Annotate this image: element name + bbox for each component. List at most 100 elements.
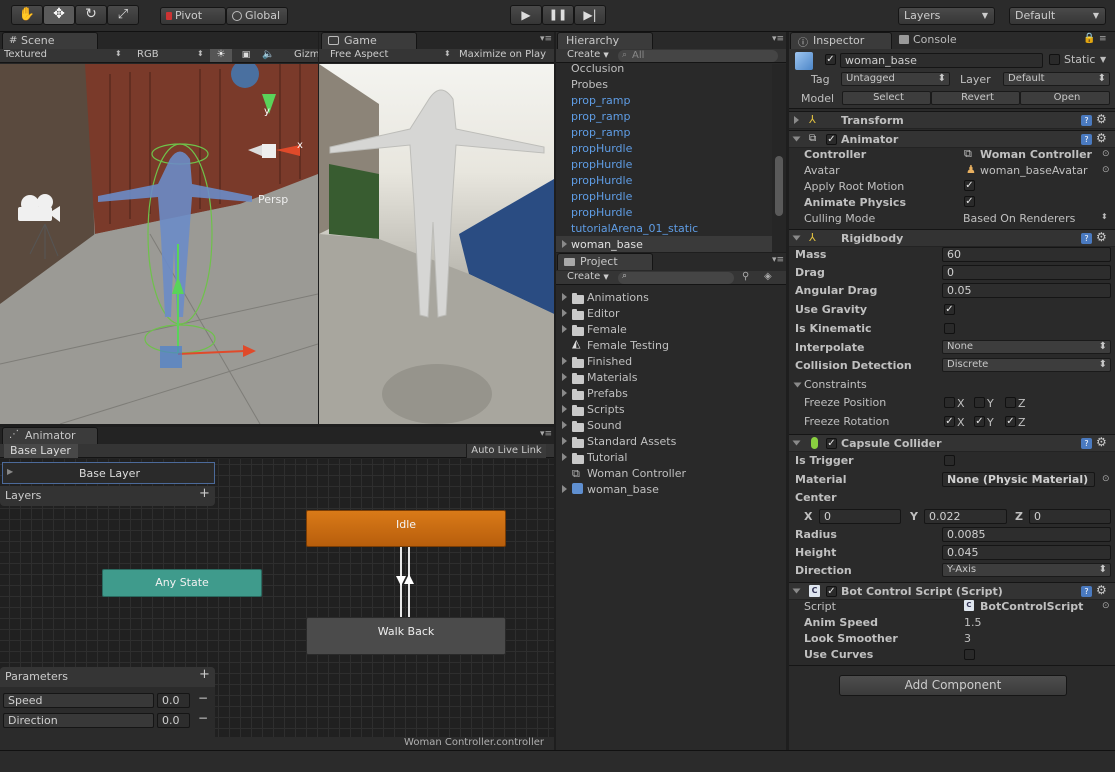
tab-animator[interactable]: ⋰ Animator [2,427,98,444]
panel-menu-icon[interactable]: ▾≡ [540,34,552,44]
pause-button[interactable]: ❚❚ [542,5,574,25]
model-revert-button[interactable]: Revert [931,91,1020,105]
hand-tool-button[interactable]: ✋ [11,5,43,25]
center-z-field[interactable]: 0 [1029,509,1111,524]
breadcrumb[interactable]: Base Layer [4,444,78,458]
tab-console[interactable]: Console [897,33,957,46]
model-open-button[interactable]: Open [1020,91,1110,105]
capsule-collider-header[interactable]: ✓ Capsule Collider ? ⚙ [789,434,1115,452]
list-item[interactable]: woman_base [587,483,659,496]
script-enabled-checkbox[interactable]: ✓ [826,586,837,597]
animator-component-header[interactable]: ⧉ ✓ Animator ? ⚙ [789,130,1115,148]
interpolate-dropdown[interactable]: None ⬍ [942,340,1111,354]
play-button[interactable]: ▶ [510,5,542,25]
angular-drag-field[interactable]: 0.05 [942,283,1111,298]
center-y-field[interactable]: 0.022 [924,509,1007,524]
panel-menu-icon[interactable]: ▾≡ [772,34,784,44]
hierarchy-scrollbar[interactable] [772,64,786,252]
audio-toggle[interactable]: 🔈 [262,49,282,60]
dropdown-arrow-icon[interactable]: ▼ [1100,55,1106,64]
list-item[interactable]: Woman Controller [587,467,686,480]
state-walk-back[interactable]: Walk Back [306,617,506,655]
layer-dropdown[interactable]: Default ⬍ [1003,72,1110,86]
list-item[interactable]: Occlusion [571,64,624,75]
expand-arrow-icon[interactable] [562,421,567,429]
expand-arrow-icon[interactable] [562,309,567,317]
freeze-rotation-x-checkbox[interactable]: ✓ [944,416,955,427]
panel-menu-icon[interactable]: ▾≡ [772,255,784,265]
list-item[interactable]: propHurdle [571,158,632,171]
expand-arrow-icon[interactable] [562,485,567,493]
render-mode-dropdown[interactable]: RGB [137,49,197,60]
collapse-arrow-icon[interactable] [792,440,801,446]
radius-field[interactable]: 0.0085 [942,527,1111,542]
list-item[interactable]: woman_base [571,238,643,251]
gear-icon[interactable]: ⚙ [1096,230,1107,244]
list-item[interactable]: prop_ramp [571,110,630,123]
animator-enabled-checkbox[interactable]: ✓ [826,134,837,145]
material-field[interactable]: None (Physic Material) [942,472,1095,487]
gizmos-dropdown[interactable]: Gizmos [294,49,318,60]
add-component-button[interactable]: Add Component [839,675,1067,696]
expand-arrow-icon[interactable] [562,389,567,397]
list-item[interactable]: prop_ramp [571,126,630,139]
look-smoother-field[interactable]: 3 [964,632,971,645]
apply-root-motion-checkbox[interactable]: ✓ [964,180,975,191]
list-item[interactable]: propHurdle [571,206,632,219]
aspect-dropdown[interactable]: Free Aspect [330,49,440,60]
pivot-toggle[interactable]: Pivot [160,7,226,25]
move-tool-button[interactable]: ✥ [43,5,75,25]
height-field[interactable]: 0.045 [942,545,1111,560]
panel-menu-icon[interactable]: ▾≡ [540,429,552,439]
use-gravity-checkbox[interactable]: ✓ [944,304,955,315]
list-item[interactable]: Female Testing [587,339,669,352]
tab-scene[interactable]: # Scene [2,32,98,49]
static-checkbox[interactable] [1049,54,1060,65]
selected-row[interactable]: woman_base [556,236,772,252]
help-icon[interactable]: ? [1081,233,1092,244]
collapse-arrow-icon[interactable] [793,382,802,388]
lighting-toggle[interactable]: ☀ [210,49,232,62]
collapse-arrow-icon[interactable] [792,235,801,241]
lock-icon[interactable]: 🔒 [1083,33,1095,44]
object-picker-icon[interactable]: ⊙ [1102,149,1110,159]
list-item[interactable]: Probes [571,78,608,91]
expand-arrow-icon[interactable] [562,293,567,301]
capsule-enabled-checkbox[interactable]: ✓ [826,438,837,449]
culling-mode-dropdown[interactable]: Based On Renderers [963,212,1075,225]
list-item[interactable]: Editor [587,307,620,320]
collapse-arrow-icon[interactable] [794,116,799,124]
list-item[interactable]: Finished [587,355,632,368]
list-item[interactable]: propHurdle [571,174,632,187]
hierarchy-search-input[interactable]: ⌕ All [618,50,778,62]
add-parameter-button[interactable]: + [199,667,210,682]
help-icon[interactable]: ? [1081,586,1092,597]
animate-physics-checkbox[interactable]: ✓ [964,196,975,207]
freeze-rotation-z-checkbox[interactable]: ✓ [1005,416,1016,427]
list-item[interactable]: Female [587,323,627,336]
collision-detection-dropdown[interactable]: Discrete ⬍ [942,358,1111,372]
animator-graph[interactable]: ▶ Base Layer Layers + Idle Any State Wal… [0,459,554,737]
tag-dropdown[interactable]: Untagged ⬍ [841,72,950,86]
freeze-position-x-checkbox[interactable] [944,397,955,408]
remove-parameter-button[interactable]: − [198,711,208,725]
maximize-on-play-toggle[interactable]: Maximize on Play [459,49,554,60]
global-toggle[interactable]: Global [226,7,288,25]
active-checkbox[interactable]: ✓ [825,54,836,65]
expand-arrow-icon[interactable] [562,405,567,413]
filter-type-icon[interactable]: ⚲ [742,271,749,282]
tab-project[interactable]: Project [557,253,653,270]
collapse-arrow-icon[interactable] [792,136,801,142]
layers-dropdown[interactable]: Layers ▼ [898,7,995,25]
gear-icon[interactable]: ⚙ [1096,435,1107,449]
freeze-position-z-checkbox[interactable] [1005,397,1016,408]
list-item[interactable]: propHurdle [571,190,632,203]
list-item[interactable]: Tutorial [587,451,627,464]
transform-header[interactable]: ⅄ Transform ? ⚙ [789,111,1115,129]
list-item[interactable]: Prefabs [587,387,628,400]
list-item[interactable]: Materials [587,371,637,384]
avatar-value[interactable]: woman_baseAvatar [980,164,1088,177]
script-component-header[interactable]: C ✓ Bot Control Script (Script) ? ⚙ [789,582,1115,600]
drag-field[interactable]: 0 [942,265,1111,280]
model-select-button[interactable]: Select [842,91,931,105]
